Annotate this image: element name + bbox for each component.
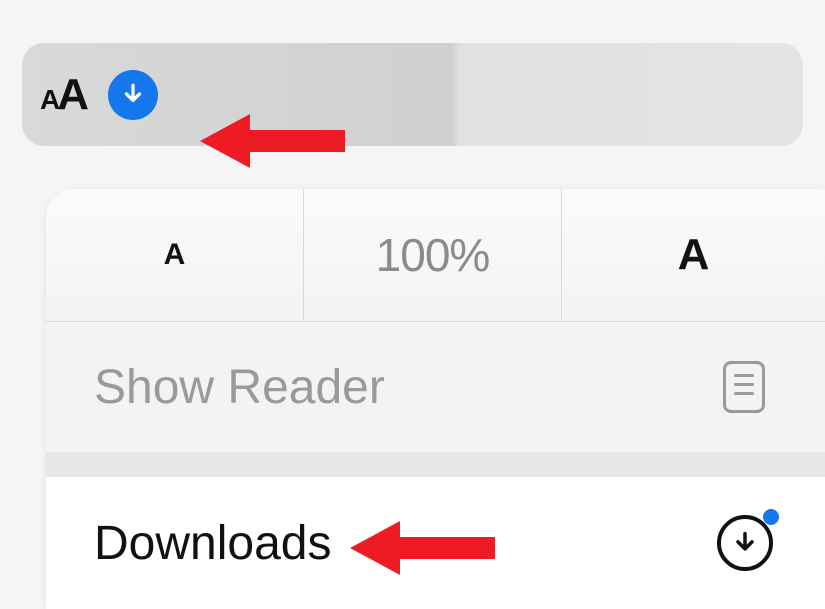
downloads-label: Downloads (94, 516, 331, 571)
download-arrow-icon (120, 82, 146, 108)
zoom-percent-label: 100% (376, 228, 490, 282)
zoom-row: A 100% A (46, 189, 825, 322)
show-reader-label: Show Reader (94, 360, 385, 415)
downloads-icon-wrap (717, 515, 773, 571)
zoom-big-a: A (678, 230, 710, 280)
downloads-circle-icon (717, 515, 773, 571)
downloads-row[interactable]: Downloads (46, 477, 825, 609)
aa-big-letter: A (57, 70, 86, 120)
separator (46, 452, 825, 477)
zoom-in-button[interactable]: A (562, 189, 825, 322)
downloads-activity-dot-icon (763, 509, 779, 525)
download-arrow-icon (731, 529, 759, 557)
show-reader-row[interactable]: Show Reader (46, 322, 825, 452)
zoom-percent-button[interactable]: 100% (304, 189, 562, 322)
reader-page-icon (723, 361, 765, 413)
text-size-button[interactable]: A A (40, 70, 86, 120)
zoom-small-a: A (164, 238, 186, 272)
page-settings-popover: A 100% A Show Reader Downloads (46, 189, 825, 609)
download-indicator-icon[interactable] (108, 70, 158, 120)
aa-small-letter: A (40, 84, 57, 116)
address-bar[interactable]: A A (22, 43, 803, 146)
zoom-out-button[interactable]: A (46, 189, 304, 322)
